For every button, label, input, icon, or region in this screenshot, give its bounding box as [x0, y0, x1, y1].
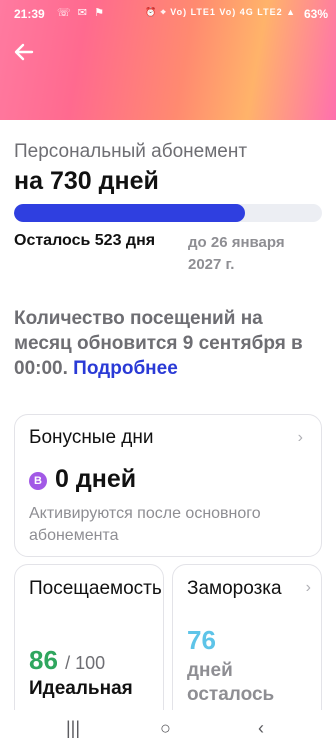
- chevron-right-icon: ›: [297, 429, 303, 446]
- back-arrow-icon[interactable]: [12, 40, 36, 64]
- freeze-days-count: 76: [187, 625, 216, 655]
- chevron-right-icon: ›: [305, 579, 311, 596]
- battery-level: 63%: [303, 7, 328, 21]
- attendance-value: 86: [29, 645, 58, 675]
- attendance-card[interactable]: Посещаемость 86 / 100 Идеальная: [14, 564, 164, 724]
- home-icon[interactable]: ○: [160, 718, 171, 739]
- bonus-note: Активируются после основного абонемента: [29, 505, 261, 544]
- bonus-days-card[interactable]: Бонусные дни › B 0 дней Активируются пос…: [14, 414, 322, 557]
- freeze-days-label: дней осталось: [187, 660, 275, 705]
- bonus-badge-icon: B: [29, 472, 47, 490]
- freeze-card-title: Заморозка: [187, 578, 282, 599]
- freeze-card[interactable]: Заморозка › 76 дней осталось: [172, 564, 322, 724]
- more-link[interactable]: Подробнее: [73, 358, 178, 379]
- subscription-progress: [14, 204, 322, 222]
- end-date: до 26 января 2027 г.: [188, 234, 285, 273]
- bonus-card-title: Бонусные дни: [29, 427, 154, 448]
- header-gradient: 21:39 ☏ ✉ ⚑ ⏰ ⌖ Vo) LTE1 Vo) 4G LTE2 ▲ 6…: [0, 0, 336, 120]
- subscription-title: на 730 дней: [14, 167, 159, 195]
- visits-info: Количество посещений на месяц обновится …: [14, 306, 324, 381]
- system-nav-bar: ||| ○ ‹: [0, 710, 336, 747]
- attendance-card-title: Посещаемость: [29, 578, 162, 599]
- notification-icons: ☏ ✉ ⚑: [57, 7, 106, 19]
- status-bar: 21:39 ☏ ✉ ⚑ ⏰ ⌖ Vo) LTE1 Vo) 4G LTE2 ▲ 6…: [0, 0, 336, 28]
- nav-back-icon[interactable]: ‹: [258, 718, 264, 739]
- days-remaining: Осталось 523 дня: [14, 232, 156, 249]
- status-time: 21:39: [14, 7, 45, 21]
- progress-fill: [14, 204, 245, 222]
- subscription-label: Персональный абонемент: [14, 141, 248, 162]
- attendance-max: / 100: [65, 653, 106, 673]
- bonus-days-count: 0 дней: [55, 465, 137, 493]
- recent-apps-icon[interactable]: |||: [66, 718, 80, 739]
- signal-icons: ⏰ ⌖ Vo) LTE1 Vo) 4G LTE2 ▲: [144, 7, 296, 17]
- attendance-status: Идеальная: [29, 678, 133, 699]
- attendance-count: 86 / 100: [29, 645, 105, 676]
